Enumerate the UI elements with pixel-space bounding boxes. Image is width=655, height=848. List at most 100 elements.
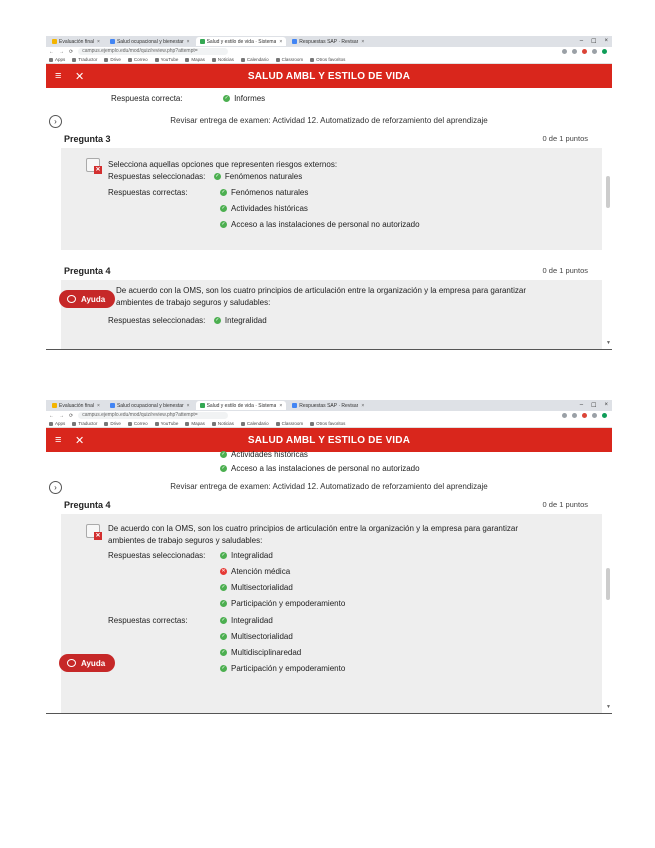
close-window-icon[interactable]: × [604,402,608,409]
browser-tab-bar: Evaluación final × Salud ocupacional y bi… [46,36,612,47]
bookmark-item[interactable]: Otros favoritos [310,57,345,62]
browser-tab-active[interactable]: Salud y estilo de vida · Sistema × [195,401,287,410]
question-4-header: Pregunta 4 0 de 1 puntos [64,500,588,510]
close-window-icon[interactable]: × [604,38,608,45]
bookmark-item[interactable]: Drive [104,421,121,426]
extension-icon[interactable] [572,49,577,54]
minimize-icon[interactable]: – [580,402,583,409]
browser-tab[interactable]: Respuestas SAP · Revisar × [288,37,368,46]
tab-close-icon[interactable]: × [361,403,364,409]
hamburger-menu-icon[interactable]: ≡ [55,70,67,82]
tab-close-icon[interactable]: × [279,403,282,409]
bookmark-icon [127,421,132,426]
forward-arrow-icon[interactable]: → [59,413,64,419]
browser-tab[interactable]: Salud ocupacional y bienestar × [106,401,194,410]
browser-tab-active[interactable]: Salud y estilo de vida · Sistema × [195,37,287,46]
bookmark-icon [49,57,53,62]
bookmark-item[interactable]: Apps [49,421,65,426]
help-button[interactable]: Ayuda [59,290,116,308]
app-header: ≡ ✕ SALUD AMBL Y ESTILO DE VIDA [46,428,612,452]
bookmark-item[interactable]: Traductor [72,421,97,426]
url-input[interactable]: campus.ejemplo.edu/mod/quiz/review.php?a… [78,48,229,55]
profile-avatar-icon[interactable] [602,49,607,54]
scrollbar-thumb[interactable] [606,568,610,600]
cross-icon: ✕ [220,568,227,576]
browser-tab[interactable]: Salud ocupacional y bienestar × [106,37,194,46]
maximize-icon[interactable]: ☐ [591,402,596,409]
check-icon: ✓ [220,189,227,197]
bookmark-item[interactable]: Mapas [185,421,205,426]
screenshot-2: Evaluación final × Salud ocupacional y bi… [46,400,612,714]
bookmark-item[interactable]: YouTube [154,421,178,426]
forward-arrow-icon[interactable]: → [59,49,64,55]
help-button[interactable]: Ayuda [59,654,116,672]
bookmark-item[interactable]: Calendario [240,57,269,62]
url-input[interactable]: campus.ejemplo.edu/mod/quiz/review.php?a… [78,412,229,419]
extension-icon[interactable] [562,413,567,418]
bookmark-item[interactable]: Traductor [72,57,97,62]
scroll-down-arrow-icon[interactable]: ▼ [606,704,611,710]
reload-icon[interactable]: ⟳ [69,413,73,419]
bookmark-item[interactable]: YouTube [154,57,178,62]
bookmarks-bar: Apps Traductor Drive Correo YouTube Mapa… [46,56,612,64]
tab-close-icon[interactable]: × [97,39,100,45]
browser-tab[interactable]: Respuestas SAP · Revisar × [288,401,368,410]
bookmark-item[interactable]: Apps [49,57,65,62]
bookmark-item[interactable]: Calendario [240,421,269,426]
incorrect-answer-icon: ✕ [86,158,102,174]
question-title: Pregunta 3 [64,134,111,144]
extension-icon[interactable] [562,49,567,54]
bookmark-item[interactable]: Mapas [185,57,205,62]
bookmark-item[interactable]: Classroom [275,57,303,62]
back-arrow-icon[interactable]: ← [49,413,54,419]
close-icon[interactable]: ✕ [75,70,87,83]
check-icon: ✓ [220,600,227,608]
bookmark-item[interactable]: Noticias [211,57,234,62]
maximize-icon[interactable]: ☐ [591,38,596,45]
bookmark-icon [211,57,216,62]
minimize-icon[interactable]: – [580,38,583,45]
address-bar-row: ← → ⟳ campus.ejemplo.edu/mod/quiz/review… [46,47,612,56]
check-icon: ✓ [220,205,227,213]
extension-icon[interactable] [592,413,597,418]
extension-icon[interactable] [582,413,587,418]
browser-tab[interactable]: Evaluación final × [48,37,104,46]
tab-favicon-icon [52,39,57,44]
profile-avatar-icon[interactable] [602,413,607,418]
selected-answer-item: ✓ Integralidad [220,551,273,560]
correct-answer-item: ✓ Acceso a las instalaciones de personal … [220,464,420,473]
extension-icon[interactable] [572,413,577,418]
tab-close-icon[interactable]: × [187,403,190,409]
bookmark-item[interactable]: Correo [127,57,148,62]
bookmark-item[interactable]: Otros favoritos [310,421,345,426]
tab-close-icon[interactable]: × [279,39,282,45]
bookmark-icon [49,421,53,426]
bookmark-item[interactable]: Classroom [275,421,303,426]
bookmark-icon [185,57,190,62]
question-prompt-line-1: De acuerdo con la OMS, son los cuatro pr… [108,524,518,533]
bookmark-icon [275,421,280,426]
address-bar-row: ← → ⟳ campus.ejemplo.edu/mod/quiz/review… [46,411,612,420]
reload-icon[interactable]: ⟳ [69,49,73,55]
incorrect-answer-icon: ✕ [86,524,102,540]
extension-icon[interactable] [592,49,597,54]
extension-icon[interactable] [582,49,587,54]
check-icon: ✓ [213,173,221,181]
hamburger-menu-icon[interactable]: ≡ [55,434,67,446]
tab-close-icon[interactable]: × [187,39,190,45]
bookmarks-bar: Apps Traductor Drive Correo YouTube Mapa… [46,420,612,428]
correct-answer-item: ✓ Multisectorialidad [220,632,293,641]
tab-close-icon[interactable]: × [97,403,100,409]
scroll-down-arrow-icon[interactable]: ▼ [606,340,611,346]
close-icon[interactable]: ✕ [75,434,87,447]
question-3-header: Pregunta 3 0 de 1 puntos [64,134,588,144]
back-arrow-icon[interactable]: ← [49,49,54,55]
selected-answers-label: Respuestas seleccionadas: [108,551,206,560]
window-controls: – ☐ × [580,38,612,45]
bookmark-item[interactable]: Correo [127,421,148,426]
bookmark-item[interactable]: Drive [104,57,121,62]
tab-close-icon[interactable]: × [361,39,364,45]
browser-tab[interactable]: Evaluación final × [48,401,104,410]
bookmark-item[interactable]: Noticias [211,421,234,426]
scrollbar-thumb[interactable] [606,176,610,208]
